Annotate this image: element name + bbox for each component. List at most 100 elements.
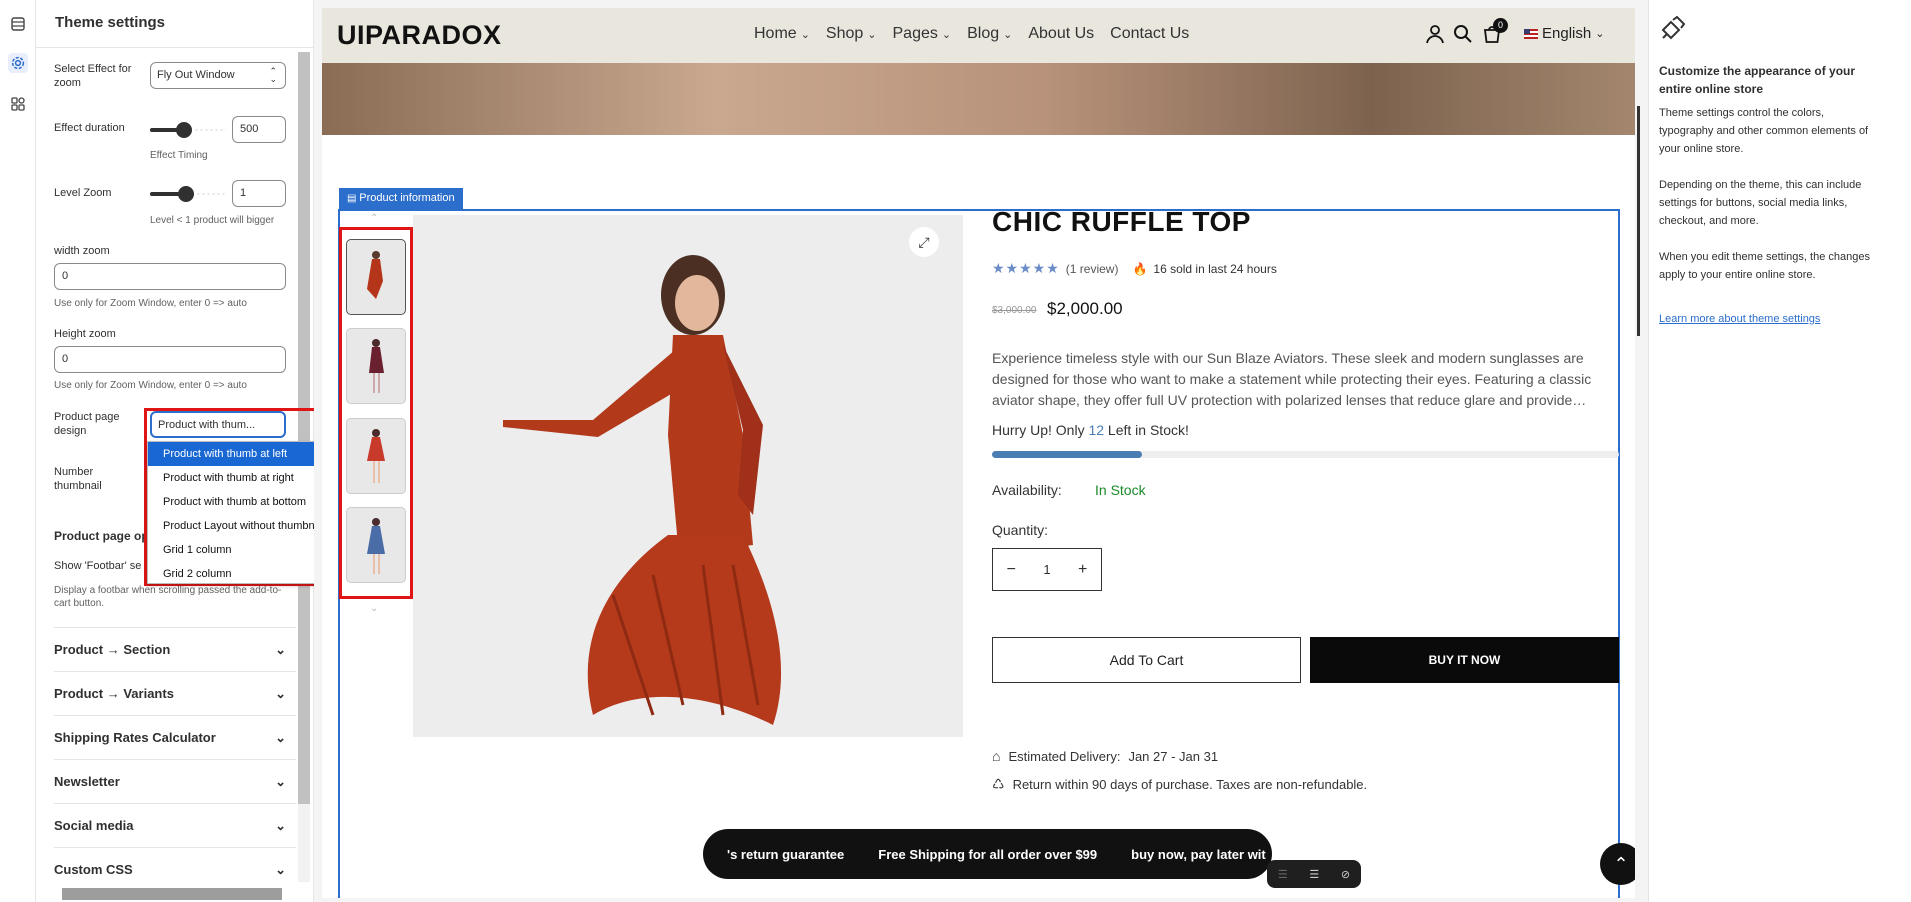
section-label: Product → Section: [54, 642, 171, 657]
effect-duration-input[interactable]: 500: [232, 116, 286, 143]
level-zoom-slider[interactable]: [150, 186, 226, 202]
quantity-stepper: − 1 +: [992, 548, 1102, 591]
dropdown-option[interactable]: Product Layout without thumbnail: [148, 514, 336, 538]
section-product-variants[interactable]: Product → Variants ⌄: [54, 671, 296, 715]
preview-toolbar: ☰ ☰ ⊘: [1267, 860, 1361, 888]
sections-icon[interactable]: [8, 14, 28, 34]
apps-icon[interactable]: [8, 94, 28, 114]
info-paragraph: Theme settings control the colors, typog…: [1659, 107, 1869, 155]
back-to-top-button[interactable]: ⌃: [1600, 843, 1635, 885]
preview-frame: UIPARADOX Home ⌄ Shop ⌄ Pages ⌄ Blog ⌄ About…: [322, 8, 1635, 898]
fire-icon: 🔥: [1132, 261, 1148, 276]
list-icon[interactable]: ☰: [1309, 868, 1319, 881]
section-social-media[interactable]: Social media ⌄: [54, 803, 296, 847]
buy-now-button[interactable]: BUY IT NOW: [1310, 637, 1619, 683]
chevron-down-icon: ⌄: [1595, 28, 1605, 40]
dropdown-option[interactable]: Product with thumb at right: [148, 466, 336, 490]
search-icon[interactable]: [1453, 24, 1473, 49]
chevron-down-icon: ⌄: [275, 817, 286, 833]
zoom-effect-label: Select Effect for zoom: [54, 63, 132, 89]
nav-about[interactable]: About Us: [1028, 25, 1094, 43]
section-label: Social media: [54, 818, 134, 833]
panel-hscrollbar[interactable]: [52, 888, 292, 900]
slider-handle[interactable]: [178, 186, 194, 202]
language-selector[interactable]: English ⌄: [1524, 25, 1604, 42]
double-chevron-up-icon: ⌃: [1613, 853, 1629, 874]
product-description: Experience timeless style with our Sun B…: [992, 350, 1592, 408]
review-count[interactable]: (1 review): [1066, 262, 1119, 276]
chevron-down-icon: ⌄: [1003, 29, 1013, 41]
height-zoom-label: Height zoom: [54, 328, 116, 340]
availability-value: In Stock: [1095, 482, 1146, 498]
main-product-image[interactable]: ⤢: [413, 215, 963, 737]
level-zoom-label: Level Zoom: [54, 187, 112, 199]
effect-timing-hint: Effect Timing: [150, 150, 208, 161]
level-zoom-hint: Level < 1 product will bigger: [150, 215, 275, 226]
dropdown-option[interactable]: Product with thumb at bottom: [148, 490, 336, 514]
hscrollbar-thumb[interactable]: [62, 888, 282, 900]
nav-shop[interactable]: Shop ⌄: [826, 25, 877, 43]
nav-home[interactable]: Home ⌄: [754, 25, 810, 43]
quantity-label: Quantity:: [992, 522, 1049, 538]
return-icon: ♺: [992, 776, 1005, 792]
section-newsletter[interactable]: Newsletter ⌄: [54, 759, 296, 803]
preview-scrollbar[interactable]: [1637, 106, 1640, 336]
section-badge-label: Product information: [359, 192, 455, 204]
store-logo[interactable]: UIPARADOX: [337, 20, 502, 51]
return-row: ♺ Return within 90 days of purchase. Tax…: [992, 776, 1367, 793]
hide-icon[interactable]: ⊘: [1341, 868, 1350, 881]
number-thumbnail-label: Number thumbnail: [54, 466, 102, 492]
indent-icon[interactable]: ☰: [1278, 868, 1288, 881]
nav-contact[interactable]: Contact Us: [1110, 25, 1189, 43]
sold-text: 16 sold in last 24 hours: [1153, 261, 1277, 276]
plus-icon[interactable]: +: [1078, 561, 1087, 579]
info-paragraph: Depending on the theme, this can include…: [1659, 179, 1862, 227]
us-flag-icon: [1524, 28, 1538, 39]
delivery-box-icon: ⌂: [992, 748, 1001, 764]
level-zoom-input[interactable]: 1: [232, 180, 286, 207]
delivery-row: ⌂ Estimated Delivery: Jan 27 - Jan 31: [992, 748, 1218, 764]
expand-icon[interactable]: ⤢: [909, 227, 939, 257]
thumbs-up-arrow-icon[interactable]: ⌃: [370, 213, 378, 224]
delivery-dates: Jan 27 - Jan 31: [1128, 748, 1219, 764]
stock-count: 12: [1088, 422, 1105, 438]
star-rating-icon: ★★★★★: [992, 260, 1060, 276]
zoom-effect-select[interactable]: Fly Out Window ⌃ ⌄: [150, 62, 286, 89]
section-shipping-calculator[interactable]: Shipping Rates Calculator ⌄: [54, 715, 296, 759]
nav-blog[interactable]: Blog ⌄: [967, 25, 1012, 43]
footbar-hint: Display a footbar when scrolling passed …: [54, 585, 282, 609]
slider-track: [194, 129, 226, 131]
cart-icon[interactable]: 0: [1482, 18, 1508, 49]
return-text: Return within 90 days of purchase. Taxes…: [1012, 777, 1368, 792]
slider-track: [196, 193, 226, 195]
editor-rail: [0, 0, 36, 902]
height-zoom-input[interactable]: 0: [54, 346, 286, 373]
add-to-cart-button[interactable]: Add To Cart: [992, 637, 1301, 683]
section-label: Newsletter: [54, 774, 120, 789]
minus-icon[interactable]: −: [1007, 561, 1016, 579]
info-paragraph: When you edit theme settings, the change…: [1659, 251, 1870, 281]
dropdown-option[interactable]: Product with thumb at left: [148, 442, 336, 466]
delivery-label: Estimated Delivery:: [1008, 748, 1121, 764]
slider-handle[interactable]: [176, 122, 192, 138]
nav-pages[interactable]: Pages ⌄: [893, 25, 952, 43]
section-badge[interactable]: ▤ Product information: [339, 188, 463, 210]
effect-duration-slider[interactable]: [150, 122, 226, 138]
dropdown-option[interactable]: Grid 1 column: [148, 538, 336, 562]
nav-label: Pages: [892, 25, 938, 42]
section-product-section[interactable]: Product → Section ⌄: [54, 627, 296, 671]
theme-settings-icon[interactable]: [8, 53, 28, 73]
marquee-text: buy now, pay later wit: [1131, 846, 1266, 862]
highlight-box: [339, 227, 413, 599]
quantity-value[interactable]: 1: [1043, 562, 1050, 577]
section-label: Product → Variants: [54, 686, 174, 701]
thumbs-down-arrow-icon[interactable]: ⌄: [370, 603, 378, 614]
paint-brush-icon: [1659, 15, 1686, 47]
section-custom-css[interactable]: Custom CSS ⌄: [54, 847, 296, 891]
dropdown-option[interactable]: Grid 2 column: [148, 562, 336, 586]
page-design-dropdown[interactable]: Product with thumb at left Product with …: [147, 441, 337, 584]
account-icon[interactable]: [1425, 24, 1445, 49]
width-zoom-input[interactable]: 0: [54, 263, 286, 290]
learn-more-link[interactable]: Learn more about theme settings: [1659, 310, 1820, 328]
stock-suffix: Left in Stock!: [1104, 422, 1189, 438]
